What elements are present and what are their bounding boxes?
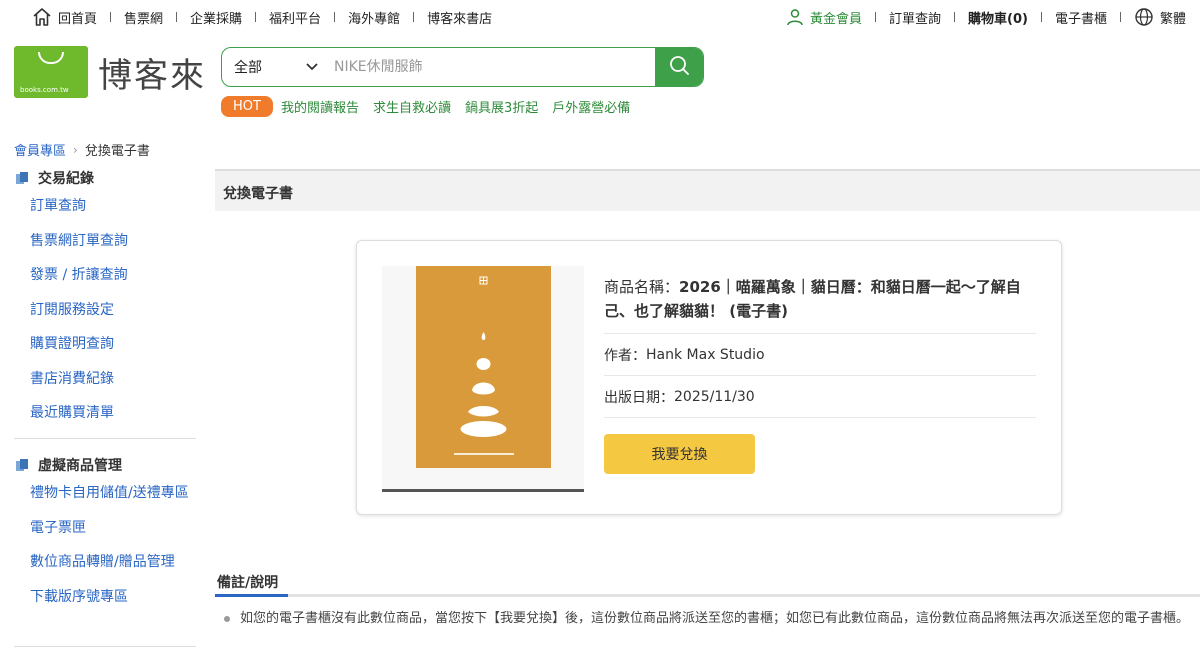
nav-ticket[interactable]: 售票網 bbox=[124, 8, 163, 27]
redeem-button[interactable]: 我要兌換 bbox=[604, 434, 755, 474]
date-label: 出版日期： bbox=[604, 389, 674, 406]
product-author-row: 作者： Hank Max Studio bbox=[604, 334, 1036, 376]
sidebar-item-invoices[interactable]: 發票 / 折讓查詢 bbox=[14, 265, 196, 285]
separator bbox=[1040, 12, 1042, 22]
nav-bookstore[interactable]: 博客來書店 bbox=[427, 8, 492, 27]
product-name-row: 商品名稱：2026｜喵羅萬象｜貓日曆：和貓日曆一起～了解自己、也了解貓貓！ (電… bbox=[604, 263, 1036, 334]
sidebar-section-virtual-goods: 虛擬商品管理 禮物卡自用儲值/送禮專區 電子票匣 數位商品轉贈/贈品管理 下載版… bbox=[14, 455, 196, 607]
author-label: 作者： bbox=[604, 347, 646, 364]
separator bbox=[334, 12, 336, 22]
product-date-row: 出版日期： 2025/11/30 bbox=[604, 376, 1036, 418]
shopping-bag-logo-icon: books.com.tw bbox=[14, 46, 88, 98]
sidebar-item-ticket-orders[interactable]: 售票網訂單查詢 bbox=[14, 231, 196, 251]
date-value: 2025/11/30 bbox=[674, 388, 755, 405]
hot-link[interactable]: 鍋具展3折起 bbox=[465, 97, 538, 116]
chevron-down-icon bbox=[306, 59, 318, 75]
breadcrumb: 會員專區 › 兌換電子書 bbox=[14, 140, 150, 160]
sidebar-item-recent-purchases[interactable]: 最近購買清單 bbox=[14, 403, 196, 423]
product-info: 商品名稱：2026｜喵羅萬象｜貓日曆：和貓日曆一起～了解自己、也了解貓貓！ (電… bbox=[604, 263, 1036, 418]
cart-link[interactable]: 購物車(0) bbox=[968, 8, 1028, 27]
separator bbox=[413, 12, 415, 22]
search-input[interactable] bbox=[328, 48, 655, 86]
search-button[interactable] bbox=[655, 48, 703, 86]
nav-overseas[interactable]: 海外專館 bbox=[348, 8, 400, 27]
note-text: 如您的電子書櫃沒有此數位商品，當您按下【我要兌換】後，這份數位商品將派送至您的書… bbox=[240, 611, 1190, 626]
nav-welfare[interactable]: 福利平台 bbox=[269, 8, 321, 27]
hot-badge: HOT bbox=[221, 96, 273, 117]
documents-icon bbox=[14, 170, 30, 186]
note-item: 如您的電子書櫃沒有此數位商品，當您按下【我要兌換】後，這份數位商品將派送至您的書… bbox=[222, 608, 1192, 630]
ebook-shelf-link[interactable]: 電子書櫃 bbox=[1055, 8, 1107, 27]
sidebar-item-download-serials[interactable]: 下載版序號專區 bbox=[14, 587, 196, 607]
book-cover-image[interactable] bbox=[416, 266, 551, 468]
top-bar: 回首頁 售票網 企業採購 福利平台 海外專館 博客來書店 黃金會員 訂單查詢 購… bbox=[0, 0, 1200, 34]
sidebar-item-e-ticket[interactable]: 電子票匣 bbox=[14, 518, 196, 538]
documents-icon bbox=[14, 457, 30, 473]
top-nav: 回首頁 售票網 企業採購 福利平台 海外專館 博客來書店 bbox=[32, 7, 492, 27]
sidebar-item-purchase-proof[interactable]: 購買證明查詢 bbox=[14, 334, 196, 354]
nav-enterprise[interactable]: 企業採購 bbox=[190, 8, 242, 27]
sidebar-section-transactions: 交易紀錄 訂單查詢 售票網訂單查詢 發票 / 折讓查詢 訂閱服務設定 購買證明查… bbox=[14, 168, 196, 423]
orders-link[interactable]: 訂單查詢 bbox=[889, 8, 941, 27]
sidebar-heading: 虛擬商品管理 bbox=[14, 455, 196, 475]
product-name-label: 商品名稱： bbox=[604, 278, 680, 296]
notes-divider bbox=[215, 594, 1200, 597]
language-switch[interactable]: 繁體 bbox=[1134, 7, 1186, 27]
site-logo[interactable]: books.com.tw 博客來 bbox=[14, 46, 206, 98]
home-icon bbox=[32, 7, 52, 27]
notes-title: 備註/說明 bbox=[217, 575, 279, 591]
sidebar-heading: 交易紀錄 bbox=[14, 168, 196, 188]
member-link[interactable]: 黃金會員 bbox=[786, 8, 862, 27]
author-value: Hank Max Studio bbox=[646, 346, 765, 363]
home-label: 回首頁 bbox=[58, 11, 98, 27]
hot-link[interactable]: 求生自救必讀 bbox=[373, 97, 451, 116]
globe-icon bbox=[1134, 7, 1154, 27]
sidebar-heading-label: 交易紀錄 bbox=[38, 171, 94, 187]
separator bbox=[176, 12, 178, 22]
user-icon bbox=[786, 8, 804, 26]
sidebar-item-orders[interactable]: 訂單查詢 bbox=[14, 196, 196, 216]
logo-tag: books.com.tw bbox=[20, 86, 69, 94]
separator bbox=[954, 12, 956, 22]
sidebar-divider bbox=[14, 646, 196, 647]
hot-keywords: HOT 我的閱讀報告 求生自救必讀 鍋具展3折起 戶外露營必備 bbox=[221, 96, 644, 117]
logo-text: 博客來 bbox=[98, 55, 206, 96]
member-label: 黃金會員 bbox=[810, 11, 863, 27]
sidebar-item-digital-gifts[interactable]: 數位商品轉贈/贈品管理 bbox=[14, 552, 196, 572]
book-cover-frame bbox=[382, 266, 584, 492]
sidebar-divider bbox=[14, 438, 196, 439]
search-icon bbox=[668, 54, 690, 80]
separator bbox=[875, 12, 877, 22]
language-label: 繁體 bbox=[1159, 11, 1186, 27]
redeem-card: 商品名稱：2026｜喵羅萬象｜貓日曆：和貓日曆一起～了解自己、也了解貓貓！ (電… bbox=[356, 240, 1062, 515]
sidebar-heading-label: 虛擬商品管理 bbox=[38, 458, 122, 474]
home-link[interactable]: 回首頁 bbox=[32, 7, 97, 27]
separator bbox=[110, 12, 112, 22]
breadcrumb-parent[interactable]: 會員專區 bbox=[14, 140, 66, 159]
breadcrumb-current: 兌換電子書 bbox=[84, 144, 150, 159]
sidebar-item-gift-card[interactable]: 禮物卡自用儲值/送禮專區 bbox=[14, 483, 196, 503]
separator bbox=[255, 12, 257, 22]
search-bar: 全部 bbox=[221, 47, 704, 87]
search-scope-value: 全部 bbox=[234, 60, 262, 76]
cover-scroll-bar bbox=[382, 489, 584, 492]
search-scope-select[interactable]: 全部 bbox=[222, 48, 328, 86]
panel-title: 兌換電子書 bbox=[215, 169, 1200, 211]
sidebar-item-subscriptions[interactable]: 訂閱服務設定 bbox=[14, 300, 196, 320]
hot-link[interactable]: 我的閱讀報告 bbox=[281, 97, 359, 116]
sidebar-item-store-records[interactable]: 書店消費紀錄 bbox=[14, 369, 196, 389]
bullet-icon bbox=[224, 616, 230, 622]
user-nav: 黃金會員 訂單查詢 購物車(0) 電子書櫃 繁體 bbox=[786, 7, 1186, 27]
hot-link[interactable]: 戶外露營必備 bbox=[552, 97, 630, 116]
separator bbox=[1119, 12, 1121, 22]
chevron-right-icon: › bbox=[73, 142, 78, 157]
